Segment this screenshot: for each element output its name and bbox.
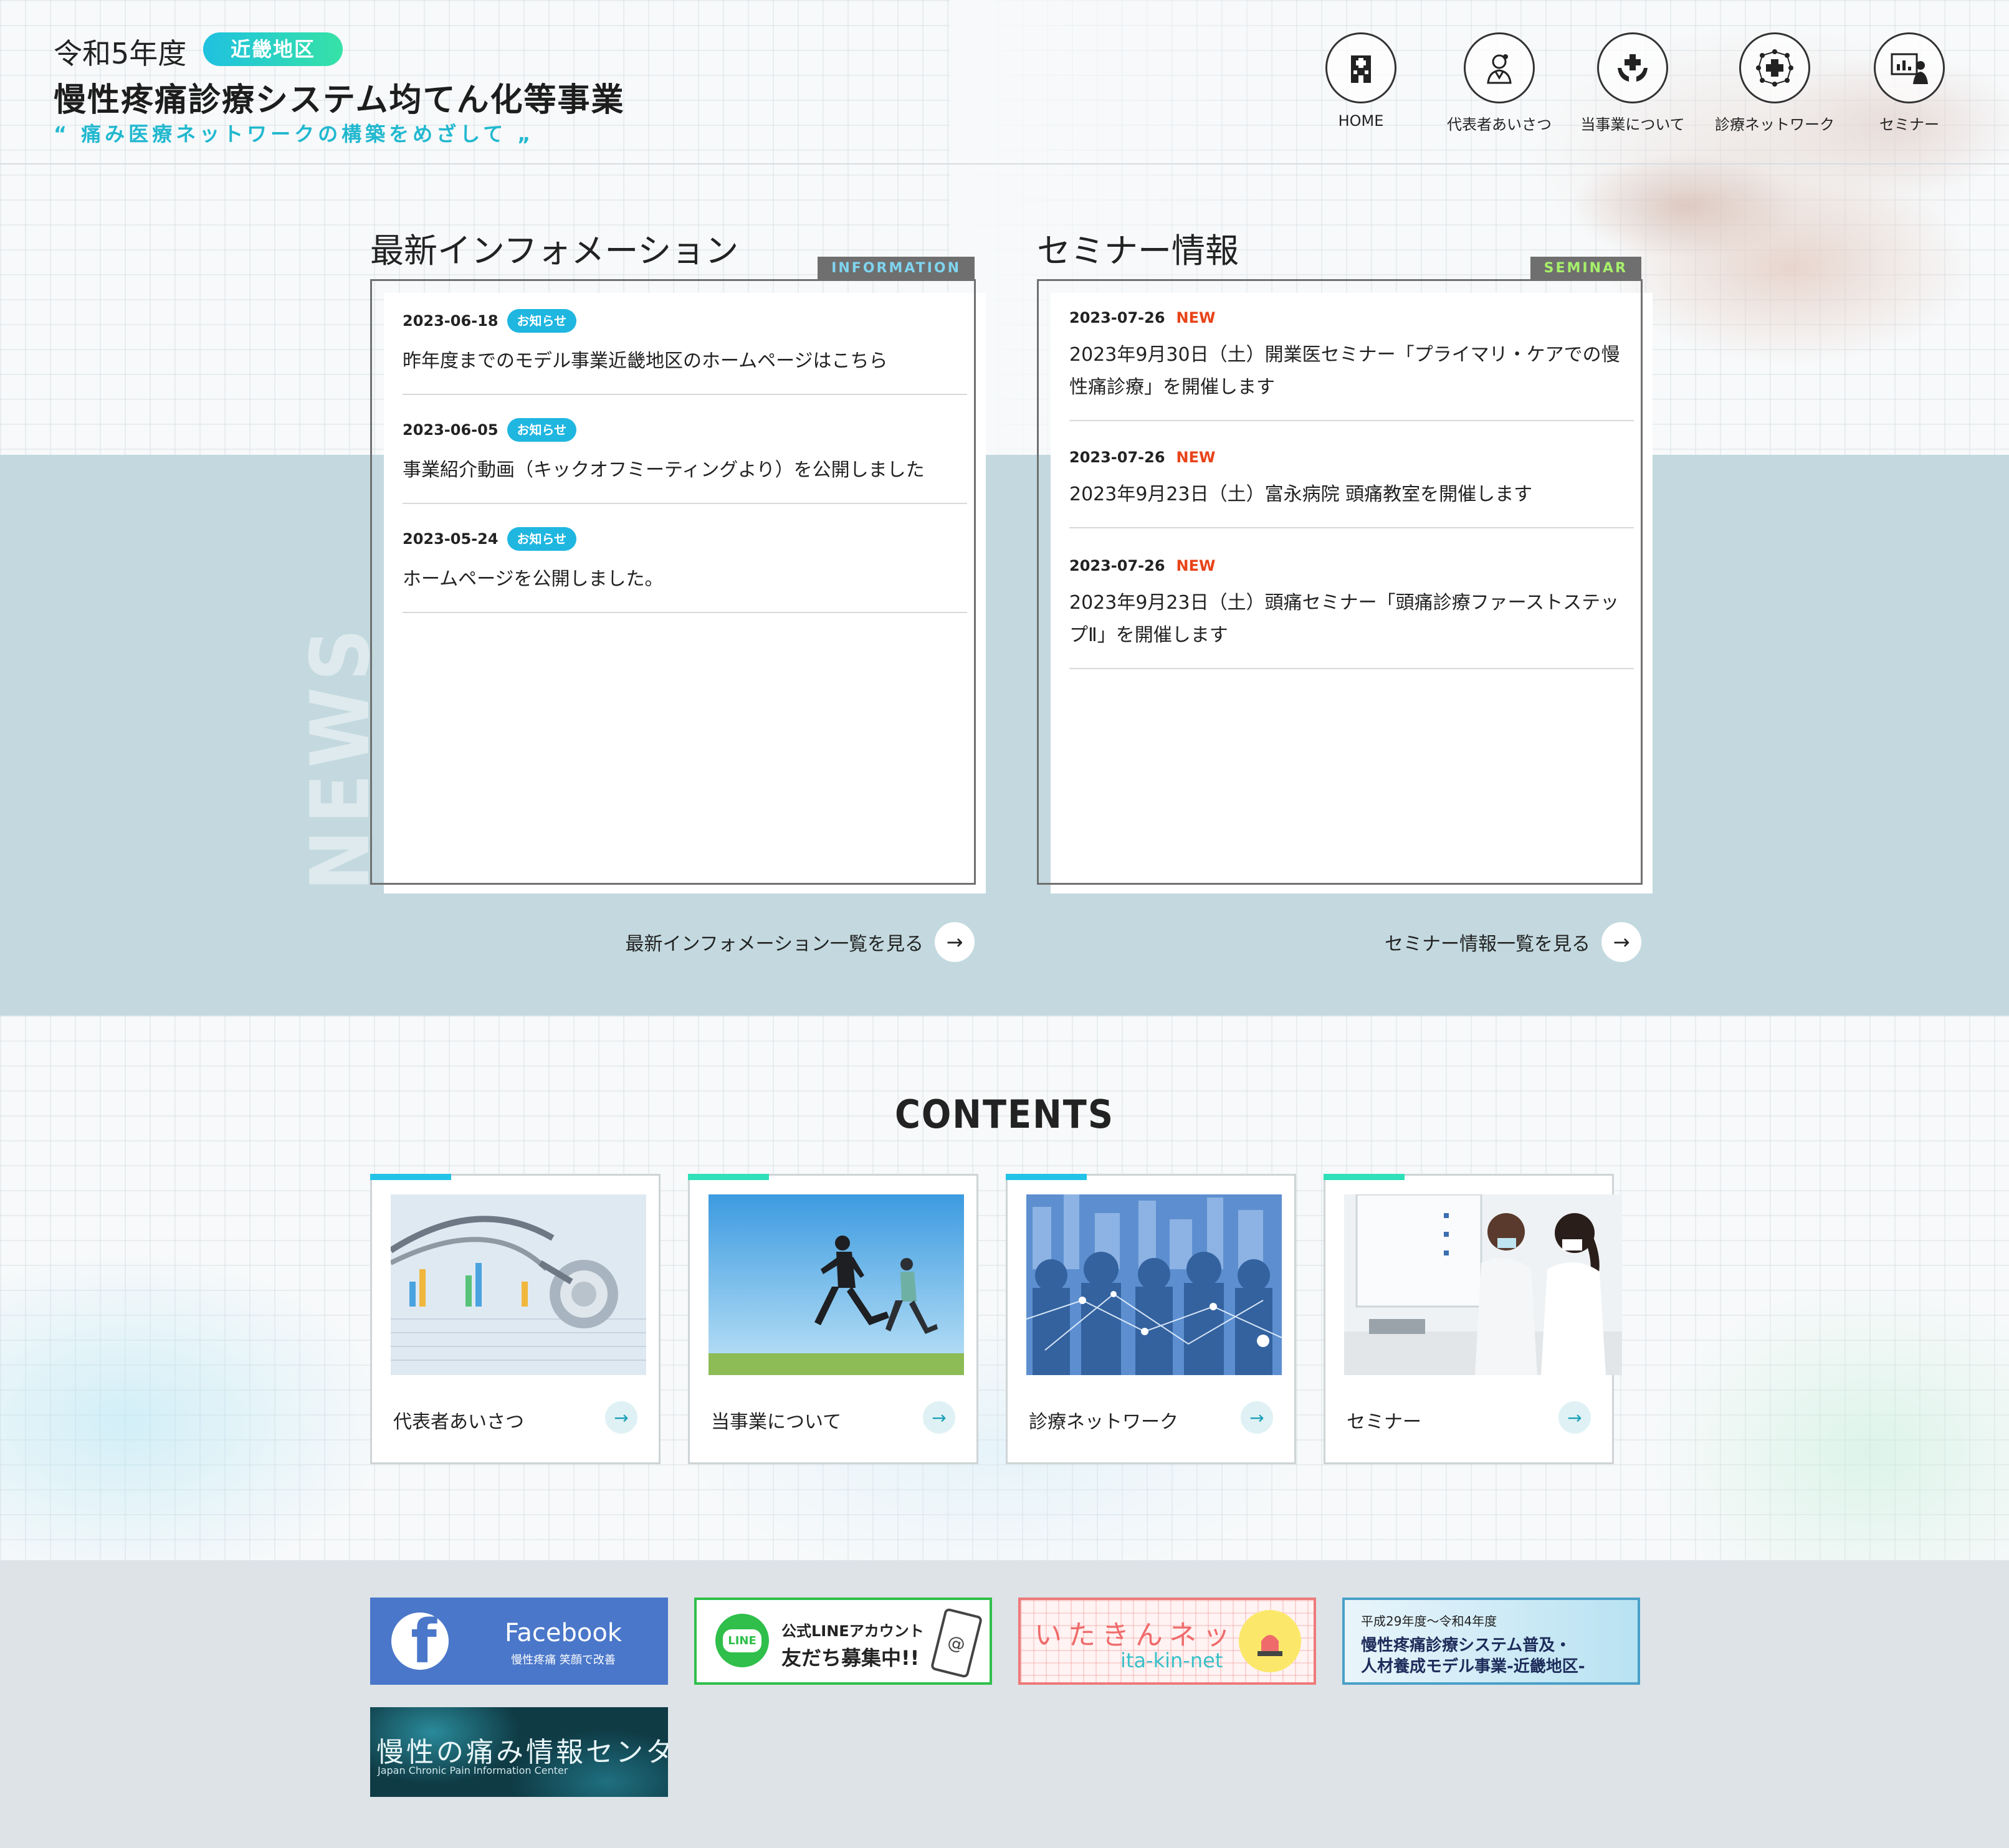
center-title: 慢性の痛み情報センター — [376, 1736, 668, 1768]
region-badge: 近畿地区 — [203, 32, 343, 66]
contents-heading: CONTENTS — [894, 1092, 1115, 1137]
hospital-icon — [1325, 32, 1396, 103]
line-top-text: 公式LINEアカウント — [781, 1622, 924, 1640]
nav-label: 診療ネットワーク — [1715, 116, 1835, 133]
card-label: セミナー — [1347, 1411, 1421, 1433]
center-subtitle: Japan Chronic Pain Information Center — [378, 1765, 568, 1776]
content-card-about[interactable]: 当事業について → — [688, 1174, 978, 1464]
nav-about[interactable]: 当事業について — [1564, 32, 1701, 134]
itakin-banner[interactable]: いたきんネット ita-kin-net — [1018, 1598, 1316, 1685]
arrow-right-icon: → — [935, 922, 975, 962]
card-accent-bar — [1006, 1174, 1087, 1180]
line-main-text: 友だち募集中!! — [781, 1646, 920, 1670]
info-panel-frame — [370, 279, 976, 885]
nav-greeting[interactable]: 代表者あいさつ — [1431, 32, 1568, 134]
model-line2: 人材養成モデル事業-近畿地区- — [1361, 1657, 1585, 1676]
nav-home[interactable]: HOME — [1292, 32, 1429, 130]
card-accent-bar — [370, 1174, 451, 1180]
site-title[interactable]: 慢性疼痛診療システム均てん化等事業 — [54, 74, 624, 120]
line-banner[interactable]: LINE 公式LINEアカウント 友だち募集中!! @ — [694, 1598, 992, 1685]
model-project-banner[interactable]: 平成29年度〜令和4年度 慢性疼痛診療システム普及・ 人材養成モデル事業-近畿地… — [1342, 1598, 1640, 1685]
seminar-panel-frame — [1037, 279, 1643, 885]
arrow-right-icon: → — [923, 1401, 955, 1434]
nav-label: 当事業について — [1580, 116, 1685, 133]
itakin-subtitle: ita-kin-net — [1120, 1649, 1223, 1672]
seminar-tag: SEMINAR — [1530, 257, 1641, 280]
content-card-greeting[interactable]: 代表者あいさつ → — [370, 1174, 661, 1464]
doctor-icon — [1464, 32, 1535, 103]
model-period: 平成29年度〜令和4年度 — [1361, 1614, 1497, 1629]
content-card-seminar[interactable]: セミナー → — [1324, 1174, 1622, 1464]
nav-label: HOME — [1338, 112, 1384, 130]
siren-icon — [1239, 1610, 1301, 1672]
network-icon — [1739, 32, 1810, 103]
seminar-staff-photo — [1344, 1194, 1622, 1375]
nav-label: セミナー — [1879, 116, 1939, 133]
seminar-panel-title: セミナー情報 — [1037, 231, 1239, 270]
line-logo-icon: LINE — [715, 1614, 769, 1667]
presentation-icon — [1874, 32, 1945, 103]
hands-cross-icon — [1597, 32, 1668, 103]
card-label: 代表者あいさつ — [393, 1411, 524, 1433]
runners-photo — [709, 1194, 964, 1375]
city-network-photo — [1026, 1194, 1282, 1375]
arrow-right-icon: → — [1241, 1401, 1273, 1434]
arrow-right-icon: → — [605, 1401, 637, 1434]
arrow-right-icon: → — [1558, 1401, 1591, 1434]
info-tag: INFORMATION — [818, 257, 975, 280]
itakin-title: いたきんネット — [1034, 1619, 1270, 1651]
content-card-network[interactable]: 診療ネットワーク → — [1006, 1174, 1296, 1464]
site-year: 令和5年度 — [54, 37, 187, 70]
stethoscope-chart-photo — [391, 1194, 646, 1375]
more-link-label: 最新インフォメーション一覧を見る — [625, 933, 924, 955]
site-header: 令和5年度 近畿地区 慢性疼痛診療システム均てん化等事業 “ 痛み医療ネットワー… — [0, 0, 2009, 164]
site-tagline: “ 痛み医療ネットワークの構築をめざして „ — [54, 122, 535, 146]
card-accent-bar — [688, 1174, 769, 1180]
facebook-icon: f — [391, 1612, 449, 1670]
facebook-subtitle: 慢性疼痛 笑顔で改善 — [511, 1654, 616, 1667]
model-line1: 慢性疼痛診療システム普及・ — [1361, 1636, 1572, 1655]
seminar-more-link[interactable]: セミナー情報一覧を見る → — [1385, 922, 1641, 962]
banner-area — [0, 1560, 2009, 1848]
more-link-label: セミナー情報一覧を見る — [1385, 933, 1590, 955]
card-label: 診療ネットワーク — [1029, 1411, 1178, 1433]
nav-network[interactable]: 診療ネットワーク — [1706, 32, 1843, 134]
pain-info-center-banner[interactable]: 慢性の痛み情報センター Japan Chronic Pain Informati… — [370, 1707, 668, 1797]
global-nav: HOME 代表者あいさつ 当事業について 診療ネットワーク セミナー — [1292, 32, 2009, 134]
facebook-banner[interactable]: f Facebook 慢性疼痛 笑顔で改善 — [370, 1598, 668, 1685]
smartphone-icon: @ — [930, 1607, 983, 1679]
facebook-title: Facebook — [505, 1619, 622, 1647]
nav-seminar[interactable]: セミナー — [1841, 32, 1978, 134]
info-more-link[interactable]: 最新インフォメーション一覧を見る → — [626, 922, 975, 962]
arrow-right-icon: → — [1601, 922, 1641, 962]
nav-label: 代表者あいさつ — [1447, 116, 1552, 133]
info-panel-title: 最新インフォメーション — [370, 231, 739, 270]
card-accent-bar — [1324, 1174, 1405, 1180]
card-label: 当事業について — [711, 1411, 842, 1433]
